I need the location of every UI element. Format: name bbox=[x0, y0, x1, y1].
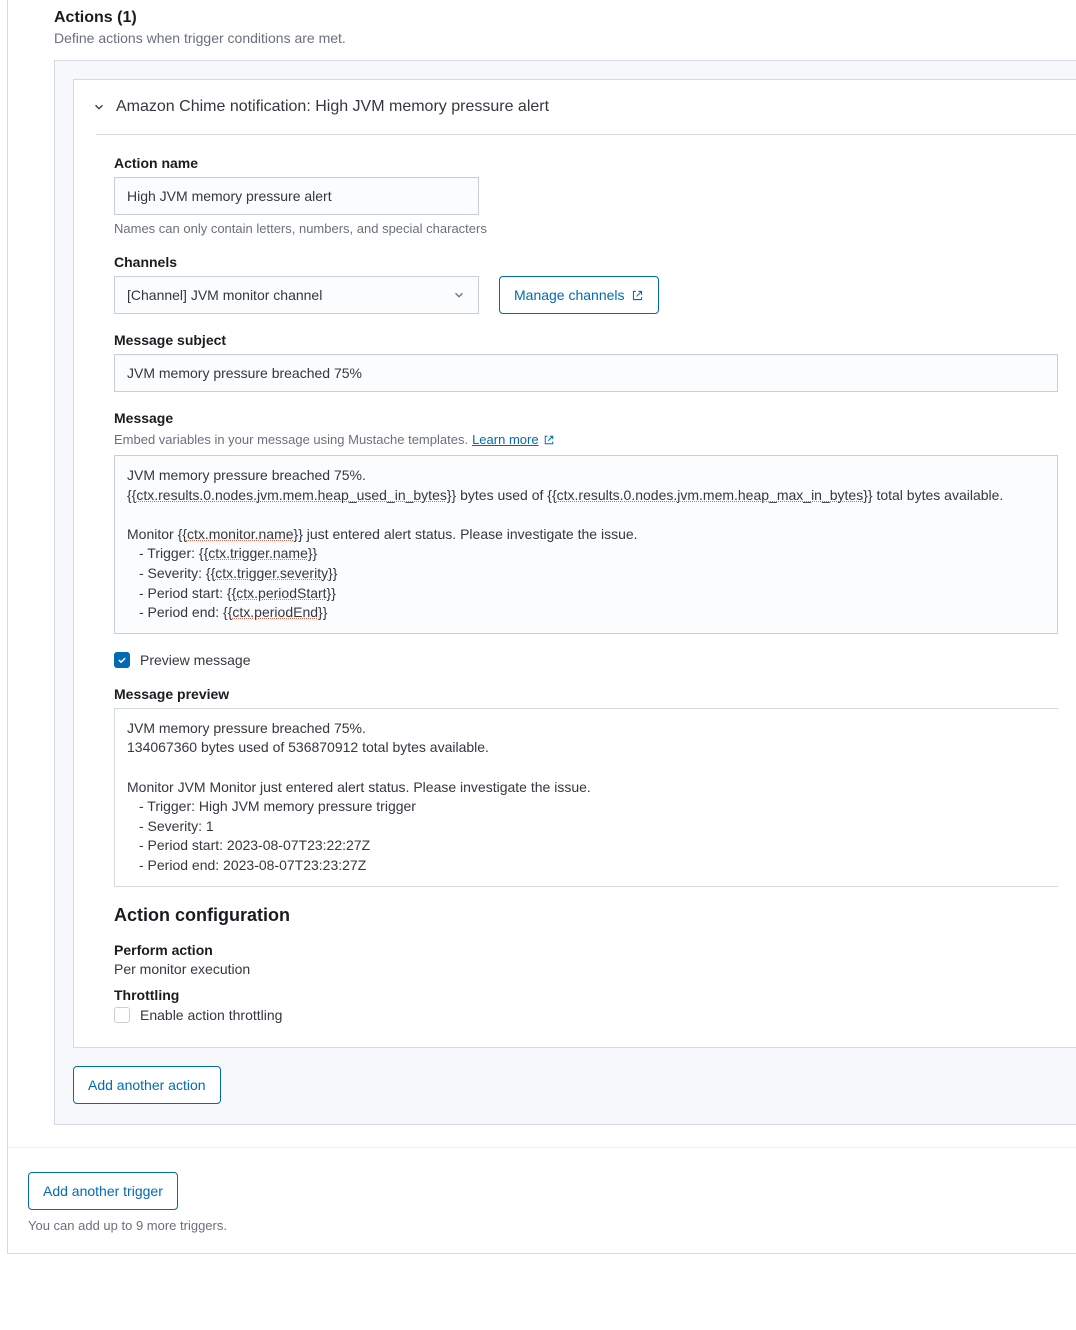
action-body: Action name High JVM memory pressure ale… bbox=[96, 134, 1076, 1047]
manage-channels-button[interactable]: Manage channels bbox=[499, 276, 659, 314]
checkmark-icon bbox=[117, 655, 127, 665]
actions-header: Actions (1) Define actions when trigger … bbox=[8, 0, 1076, 46]
action-name-label: Action name bbox=[114, 155, 1058, 171]
message-help-text: Embed variables in your message using Mu… bbox=[114, 432, 468, 447]
action-accordion-title: Amazon Chime notification: High JVM memo… bbox=[116, 98, 549, 116]
message-label: Message bbox=[114, 410, 1058, 426]
trigger-section: Add another trigger You can add up to 9 … bbox=[8, 1147, 1076, 1233]
action-card: Amazon Chime notification: High JVM memo… bbox=[73, 79, 1076, 1048]
perform-action-label: Perform action bbox=[114, 942, 1058, 958]
message-subject-label: Message subject bbox=[114, 332, 1058, 348]
throttling-checkbox[interactable] bbox=[114, 1007, 130, 1023]
message-subject-input[interactable]: JVM memory pressure breached 75% bbox=[114, 354, 1058, 392]
action-name-input[interactable]: High JVM memory pressure alert bbox=[114, 177, 479, 215]
learn-more-link[interactable]: Learn more bbox=[472, 432, 554, 447]
trigger-help: You can add up to 9 more triggers. bbox=[28, 1218, 1076, 1233]
channels-label: Channels bbox=[114, 254, 1058, 270]
message-textarea[interactable]: JVM memory pressure breached 75%. {{ctx.… bbox=[114, 455, 1058, 634]
chevron-down-icon bbox=[452, 288, 466, 302]
message-preview: JVM memory pressure breached 75%. 134067… bbox=[114, 708, 1058, 887]
action-name-help: Names can only contain letters, numbers,… bbox=[114, 221, 1058, 236]
external-link-icon bbox=[543, 434, 555, 446]
actions-title: Actions (1) bbox=[54, 9, 1076, 27]
preview-message-checkbox[interactable] bbox=[114, 652, 130, 668]
action-config-title: Action configuration bbox=[114, 905, 1058, 926]
add-another-action-button[interactable]: Add another action bbox=[73, 1066, 221, 1104]
add-another-trigger-button[interactable]: Add another trigger bbox=[28, 1172, 178, 1210]
throttling-checkbox-label: Enable action throttling bbox=[140, 1007, 282, 1023]
chevron-down-icon bbox=[92, 100, 106, 114]
actions-subtitle: Define actions when trigger conditions a… bbox=[54, 30, 1076, 46]
throttling-label: Throttling bbox=[114, 987, 1058, 1003]
channels-select[interactable]: [Channel] JVM monitor channel bbox=[114, 276, 479, 314]
message-preview-label: Message preview bbox=[114, 686, 1058, 702]
action-accordion-toggle[interactable]: Amazon Chime notification: High JVM memo… bbox=[74, 80, 1076, 134]
external-link-icon bbox=[631, 289, 644, 302]
actions-panel: Actions (1) Define actions when trigger … bbox=[7, 0, 1076, 1254]
preview-message-label: Preview message bbox=[140, 652, 251, 668]
perform-action-value: Per monitor execution bbox=[114, 961, 1058, 977]
actions-container: Amazon Chime notification: High JVM memo… bbox=[54, 60, 1076, 1125]
